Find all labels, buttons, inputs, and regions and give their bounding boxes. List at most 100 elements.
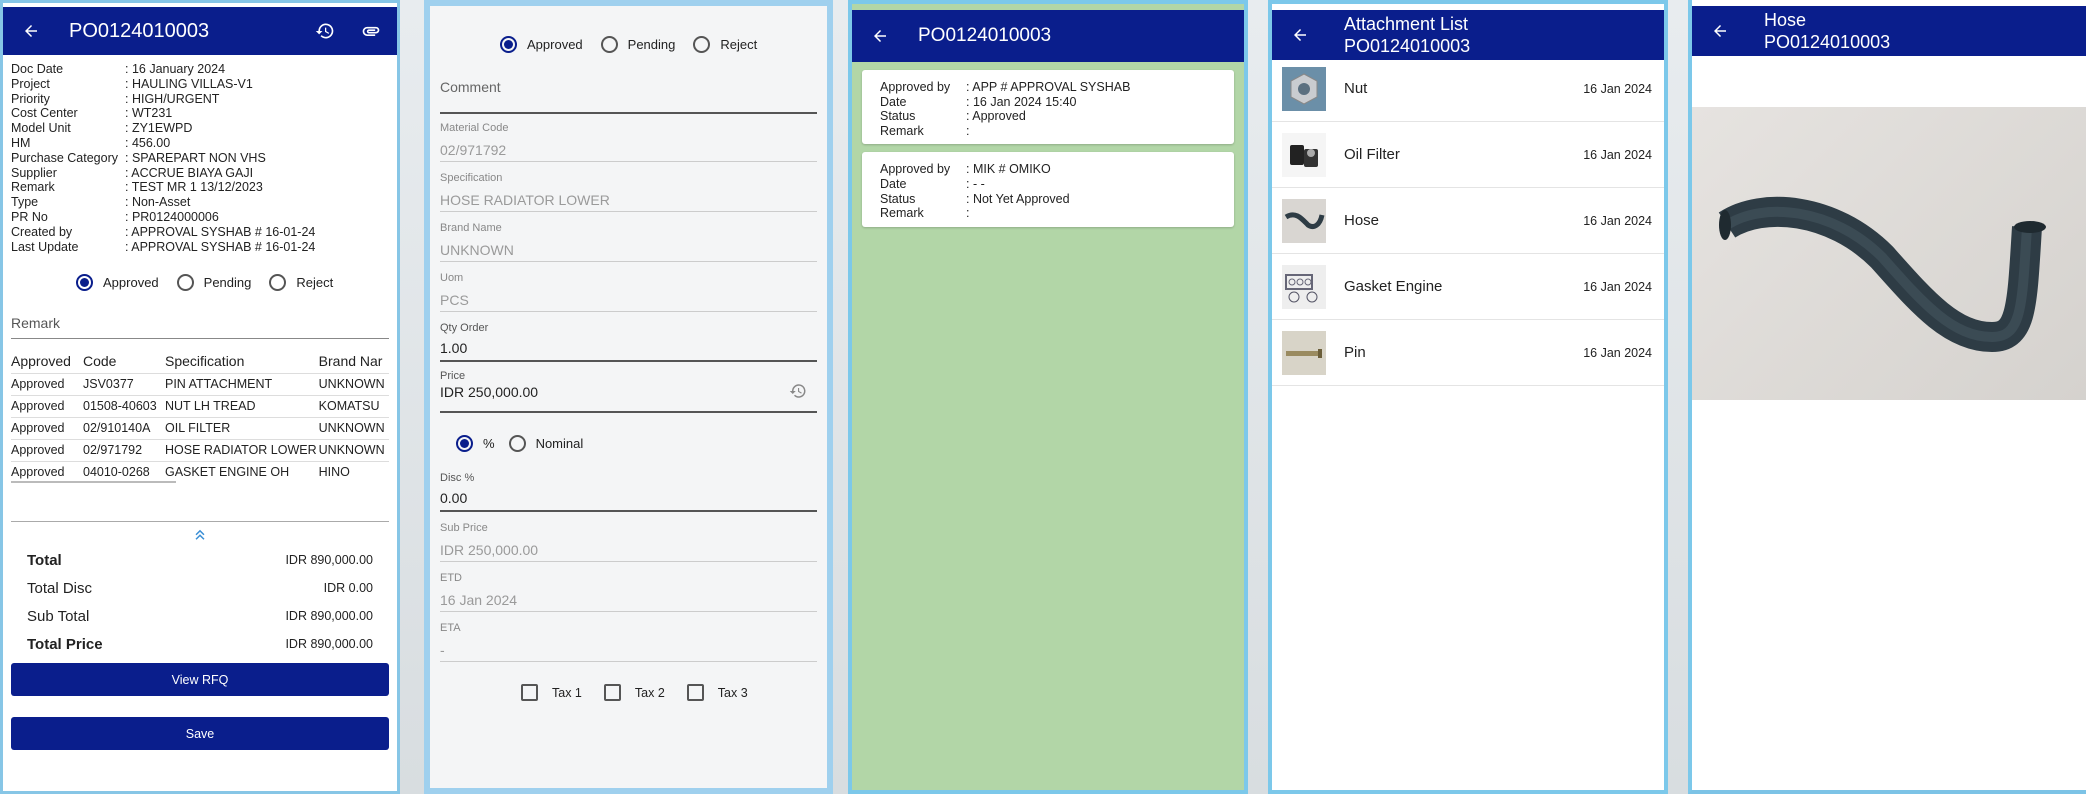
- radio-checked-icon: [76, 274, 93, 292]
- field-value: UNKNOWN: [440, 242, 514, 258]
- attachment-item[interactable]: Pin 16 Jan 2024: [1272, 320, 1664, 386]
- table-row[interactable]: Approved JSV0377 PIN ATTACHMENT UNKNOWN: [11, 373, 389, 396]
- info-value: : APPROVAL SYSHAB # 16-01-24: [125, 224, 316, 239]
- total-label: Total Disc: [27, 579, 93, 597]
- radio-pending[interactable]: Pending: [600, 36, 675, 53]
- attachment-item[interactable]: Nut 16 Jan 2024: [1272, 56, 1664, 122]
- attachment-icon[interactable]: [359, 19, 383, 43]
- table-row[interactable]: Approved 02/910140A OIL FILTER UNKNOWN: [11, 417, 389, 440]
- history-icon[interactable]: [789, 382, 807, 405]
- history-icon[interactable]: [313, 19, 337, 43]
- tax1-checkbox[interactable]: Tax 1: [521, 684, 582, 701]
- field-label: Sub Price: [440, 522, 488, 534]
- info-label: Last Update: [11, 239, 79, 254]
- readonly-field: Specification HOSE RADIATOR LOWER: [440, 172, 817, 212]
- column-header[interactable]: Specification: [165, 347, 319, 374]
- attachment-date: 16 Jan 2024: [1583, 81, 1652, 96]
- column-header[interactable]: Code: [83, 347, 165, 374]
- table-cell: JSV0377: [83, 373, 165, 396]
- radio-unchecked-icon: [508, 435, 526, 452]
- card-label: Status: [880, 191, 916, 206]
- column-header[interactable]: Brand Nar: [319, 347, 389, 374]
- card-value: : 16 Jan 2024 15:40: [966, 94, 1077, 109]
- table-row[interactable]: Approved 04010-0268 GASKET ENGINE OH HINO: [11, 461, 389, 484]
- disc-input[interactable]: Disc % 0.00: [440, 472, 817, 512]
- approval-history-screen: PO0124010003 Approved by: APP # APPROVAL…: [848, 0, 1248, 794]
- total-row: Total Disc IDR 0.00: [27, 574, 373, 602]
- table-row[interactable]: Approved 02/971792 HOSE RADIATOR LOWER UNKN…: [11, 439, 389, 462]
- field-value: -: [440, 642, 445, 658]
- attachment-item[interactable]: Hose 16 Jan 2024: [1272, 188, 1664, 254]
- info-label: Priority: [11, 91, 50, 106]
- horizontal-scrollbar[interactable]: [11, 481, 176, 484]
- field-value: 16 Jan 2024: [440, 592, 518, 608]
- attachment-item[interactable]: Oil Filter 16 Jan 2024: [1272, 122, 1664, 188]
- save-button[interactable]: Save: [11, 717, 389, 751]
- tax3-checkbox[interactable]: Tax 3: [686, 684, 748, 701]
- radio-nominal[interactable]: Nominal: [508, 435, 583, 452]
- qty-order-input[interactable]: Qty Order 1.00: [440, 322, 817, 362]
- radio-reject[interactable]: Reject: [269, 274, 333, 292]
- back-arrow-icon[interactable]: [1286, 21, 1314, 49]
- tax2-checkbox[interactable]: Tax 2: [603, 684, 665, 701]
- back-arrow-icon[interactable]: [17, 17, 45, 45]
- field-label: Material Code: [440, 122, 509, 134]
- radio-approved[interactable]: Approved: [500, 36, 583, 53]
- total-value: IDR 0.00: [323, 581, 373, 596]
- info-row: HM: 456.00: [11, 136, 390, 151]
- card-row: Date: - -: [880, 177, 1234, 192]
- back-arrow-icon[interactable]: [866, 22, 894, 50]
- radio-checked-icon: [500, 36, 517, 53]
- remark-input[interactable]: Remark: [11, 307, 389, 340]
- info-row: PR No: PR0124000006: [11, 210, 390, 225]
- attachment-name: Hose: [1344, 212, 1380, 229]
- comment-input[interactable]: Comment: [440, 79, 817, 114]
- info-row: Model Unit: ZY1EWPD: [11, 121, 390, 136]
- card-label: Approved by: [880, 80, 951, 94]
- table-cell: 02/910140A: [83, 417, 165, 440]
- approval-card: Approved by: MIK # OMIKO Date: - - Status:…: [862, 152, 1234, 227]
- approval-card: Approved by: APP # APPROVAL SYSHAB Date: …: [862, 70, 1234, 145]
- checkbox-unchecked-icon: [603, 684, 621, 701]
- back-arrow-icon[interactable]: [1706, 17, 1734, 45]
- info-value: : APPROVAL SYSHAB # 16-01-24: [125, 239, 316, 254]
- info-row: Supplier: ACCRUE BIAYA GAJI: [11, 166, 390, 181]
- radio-checked-icon: [456, 435, 473, 452]
- attachment-date: 16 Jan 2024: [1583, 147, 1652, 162]
- view-rfq-button[interactable]: View RFQ: [11, 663, 389, 697]
- radio-percent[interactable]: %: [456, 435, 495, 452]
- table-cell: Approved: [11, 395, 83, 418]
- po-info-list: Doc Date: 16 January 2024 Project: HAULIN…: [3, 55, 397, 254]
- radio-reject[interactable]: Reject: [693, 36, 757, 53]
- table-cell: UNKNOWN: [318, 417, 389, 440]
- info-label: Type: [11, 195, 39, 210]
- total-row: Total Price IDR 890,000.00: [27, 630, 373, 658]
- table-cell: GASKET ENGINE OH: [165, 461, 319, 484]
- field-label: ETD: [440, 572, 462, 584]
- table-row[interactable]: Approved 01508-40603 NUT LH TREAD KOMATSU: [11, 395, 389, 418]
- attachment-date: 16 Jan 2024: [1583, 345, 1652, 360]
- table-cell: 02/971792: [83, 439, 165, 462]
- card-row: Approved by: MIK # OMIKO: [880, 162, 1234, 177]
- column-header[interactable]: Approved: [11, 347, 83, 374]
- table-cell: KOMATSU: [318, 395, 389, 418]
- item-detail-screen: Approved Pending Reject Comment Material…: [424, 0, 833, 794]
- info-row: Type: Non-Asset: [11, 195, 390, 210]
- info-value: : HIGH/URGENT: [125, 91, 220, 106]
- attachment-item[interactable]: Gasket Engine 16 Jan 2024: [1272, 254, 1664, 320]
- table-cell: 01508-40603: [83, 395, 165, 418]
- info-row: Cost Center: WT231: [11, 106, 390, 121]
- table-cell: Approved: [11, 417, 83, 440]
- items-table-container[interactable]: Approved Code Specification Brand Nar Appro…: [11, 347, 393, 484]
- radio-pending[interactable]: Pending: [176, 274, 251, 292]
- card-row: Remark:: [880, 206, 1234, 221]
- info-value: : SPAREPART NON VHS: [125, 150, 266, 165]
- readonly-field: Sub Price IDR 250,000.00: [440, 522, 817, 562]
- radio-unchecked-icon: [269, 274, 287, 292]
- radio-approved[interactable]: Approved: [76, 274, 159, 292]
- oil-filter-thumbnail-icon: [1282, 132, 1326, 177]
- attachment-name: Gasket Engine: [1344, 278, 1443, 295]
- price-input[interactable]: Price IDR 250,000.00: [440, 370, 817, 413]
- collapse-chevron-icon[interactable]: [3, 526, 397, 544]
- info-value: : HAULING VILLAS-V1: [125, 76, 253, 91]
